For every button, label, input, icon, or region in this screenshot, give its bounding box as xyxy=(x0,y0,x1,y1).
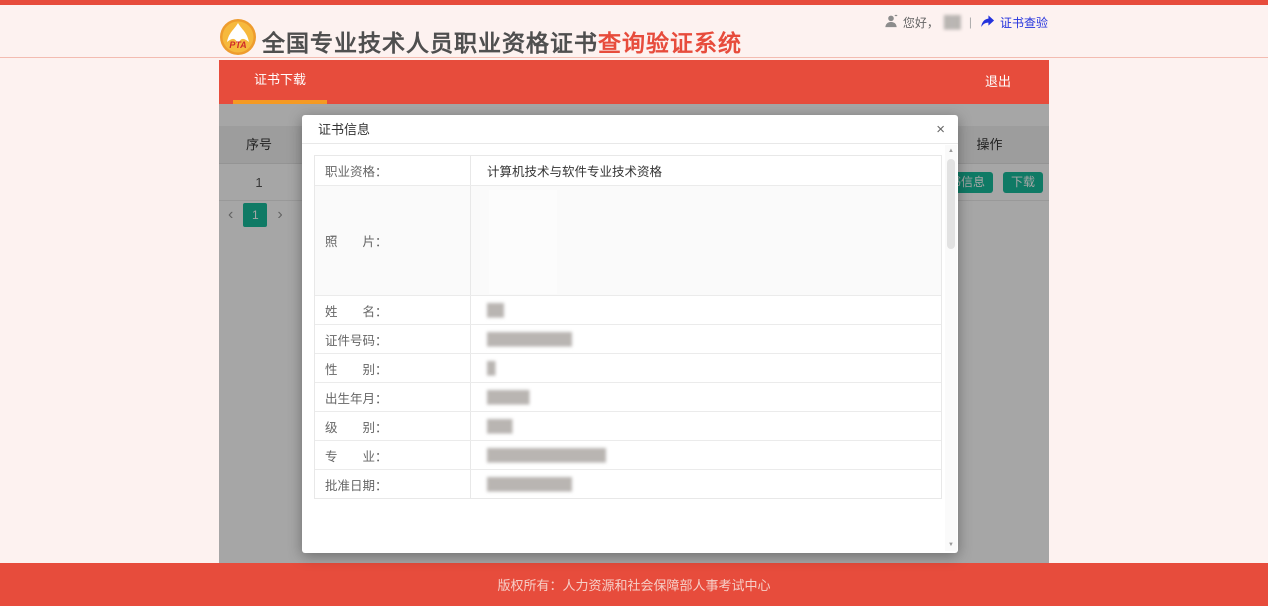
field-label: 姓 名： xyxy=(315,296,471,324)
scroll-up-icon[interactable]: ▲ xyxy=(945,148,957,154)
field-row-level: 级 别： ███ xyxy=(315,411,941,440)
field-value: ██████████████ xyxy=(487,448,607,462)
field-label: 照 片： xyxy=(315,186,471,295)
field-row-id-number: 证件号码： ██████████ xyxy=(315,324,941,353)
field-label: 职业资格： xyxy=(315,156,471,185)
field-value: 计算机技术与软件专业技术资格 xyxy=(487,165,663,179)
field-row-gender: 性 别： █ xyxy=(315,353,941,382)
field-row-major: 专 业： ██████████████ xyxy=(315,440,941,469)
modal-title: 证书信息 xyxy=(318,122,371,137)
page-title-accent: 查询验证系统 xyxy=(598,30,742,56)
field-row-qualification: 职业资格： 计算机技术与软件专业技术资格 xyxy=(315,156,941,185)
field-value: ███ xyxy=(487,419,513,433)
verify-shortcut-link[interactable]: 证书查验 xyxy=(1000,14,1048,31)
navbar: 证书下载 退出 xyxy=(219,60,1049,104)
field-value: ██ xyxy=(487,303,505,317)
field-label: 性 别： xyxy=(315,354,471,382)
field-value: ██████████ xyxy=(487,477,573,491)
field-row-photo: 照 片： xyxy=(315,185,941,295)
page-title-main: 全国专业技术人员职业资格证书 xyxy=(262,30,598,56)
footer: 版权所有：人力资源和社会保障部人事考试中心 xyxy=(0,563,1268,606)
copyright-text: 版权所有：人力资源和社会保障部人事考试中心 xyxy=(497,578,771,593)
field-label: 批准日期： xyxy=(315,470,471,498)
modal-scrollbar[interactable]: ▲ ▼ xyxy=(945,145,957,551)
field-label: 专 业： xyxy=(315,441,471,469)
field-row-name: 姓 名： ██ xyxy=(315,295,941,324)
certificate-info-modal: 证书信息 × 职业资格： 计算机技术与软件专业技术资格 照 片： 姓 名： ██… xyxy=(302,115,958,553)
scrollbar-thumb[interactable] xyxy=(947,159,955,249)
field-label: 出生年月： xyxy=(315,383,471,411)
field-value: █ xyxy=(487,361,496,375)
separator: | xyxy=(968,15,972,29)
page: PTA 全国专业技术人员职业资格证书查询验证系统 您好， ██ | 证书查验 证… xyxy=(0,0,1268,606)
field-value: █████ xyxy=(487,390,530,404)
field-label: 级 别： xyxy=(315,412,471,440)
user-icon xyxy=(884,14,898,31)
svg-text:PTA: PTA xyxy=(229,40,246,50)
user-area: 您好， ██ | 证书查验 xyxy=(884,13,1048,31)
page-title: 全国专业技术人员职业资格证书查询验证系统 xyxy=(262,24,742,58)
field-value: ██████████ xyxy=(487,332,573,346)
username-masked: ██ xyxy=(943,15,961,29)
certificate-fields-table: 职业资格： 计算机技术与软件专业技术资格 照 片： 姓 名： ██ 证件号码： … xyxy=(314,155,942,499)
share-arrow-icon xyxy=(980,13,995,31)
greeting-text: 您好， xyxy=(902,15,939,30)
scroll-down-icon[interactable]: ▼ xyxy=(945,542,957,548)
logout-button[interactable]: 退出 xyxy=(985,60,1011,104)
field-value-photo xyxy=(471,186,941,295)
portrait-photo xyxy=(489,190,557,294)
field-row-approval-date: 批准日期： ██████████ xyxy=(315,469,941,498)
modal-header: 证书信息 × xyxy=(302,115,958,144)
tab-certificate-download[interactable]: 证书下载 xyxy=(233,60,328,104)
pta-logo-icon: PTA xyxy=(220,19,256,55)
top-accent-strip xyxy=(0,0,1268,5)
close-icon[interactable]: × xyxy=(936,115,945,144)
field-label: 证件号码： xyxy=(315,325,471,353)
field-row-birth: 出生年月： █████ xyxy=(315,382,941,411)
